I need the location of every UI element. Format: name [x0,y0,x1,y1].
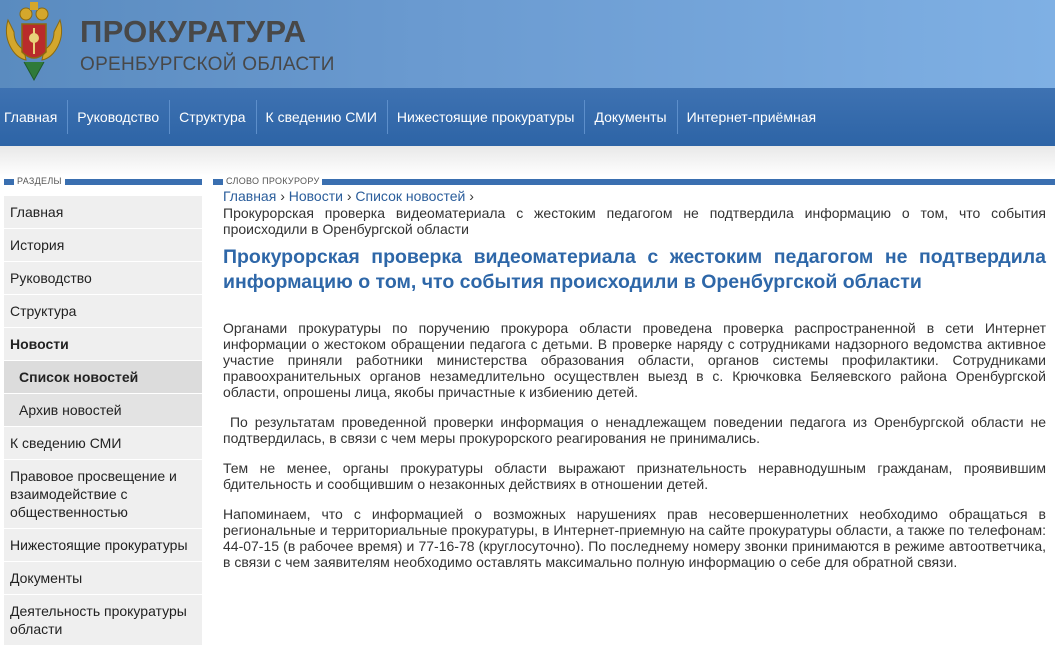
nav-item-structure[interactable]: Структура [169,88,255,146]
sidebar-item-subordinate[interactable]: Нижестоящие прокуратуры [4,529,202,562]
sidebar-item-activity[interactable]: Деятельность прокуратуры области [4,595,202,646]
sidebar-heading: РАЗДЕЛЫ [4,176,202,188]
site-title[interactable]: ПРОКУРАТУРА [80,14,306,50]
content-heading: СЛОВО ПРОКУРОРУ [213,176,1055,188]
breadcrumb-current: Прокурорская проверка видеоматериала с ж… [223,205,1046,237]
breadcrumb-separator: › [346,188,352,204]
coat-of-arms-icon[interactable] [2,0,66,84]
sidebar-item-leadership[interactable]: Руководство [4,262,202,295]
nav-item-media[interactable]: К сведению СМИ [255,88,387,146]
article-paragraph: Напоминаем, что с информацией о возможны… [223,506,1046,570]
nav-item-subordinate[interactable]: Нижестоящие прокуратуры [386,88,585,146]
breadcrumb-news[interactable]: Новости [289,188,343,204]
nav-item-home[interactable]: Главная [0,88,67,146]
sidebar-item-media[interactable]: К сведению СМИ [4,427,202,460]
sidebar-item-news-list[interactable]: Список новостей [4,361,202,394]
breadcrumb-separator: › [280,188,285,204]
header-shadow-band [0,146,1055,176]
site-header: ПРОКУРАТУРА ОРЕНБУРГСКОЙ ОБЛАСТИ [0,0,1055,88]
article-title: Прокурорская проверка видеоматериала с ж… [223,246,1046,293]
nav-item-documents[interactable]: Документы [584,88,676,146]
sidebar-item-history[interactable]: История [4,229,202,262]
sidebar-item-documents[interactable]: Документы [4,562,202,595]
breadcrumb-news-list[interactable]: Список новостей [355,188,465,204]
sidebar-item-news[interactable]: Новости [4,328,202,361]
sidebar-heading-label: РАЗДЕЛЫ [14,176,65,186]
sidebar-item-home[interactable]: Главная [4,196,202,229]
breadcrumb: Главная › Новости › Список новостей › [223,188,1046,205]
sidebar-item-news-archive[interactable]: Архив новостей [4,394,202,427]
article-paragraph: Органами прокуратуры по поручению прокур… [223,320,1046,400]
main-content: Главная › Новости › Список новостей › Пр… [223,188,1046,570]
breadcrumb-home[interactable]: Главная [223,188,276,204]
nav-item-reception[interactable]: Интернет-приёмная [676,88,826,146]
sidebar-item-structure[interactable]: Структура [4,295,202,328]
main-nav: Главная Руководство Структура К сведению… [0,88,1055,146]
breadcrumb-separator: › [469,188,474,204]
article-paragraph: По результатам проведенной проверки инфо… [223,414,1050,446]
sidebar-item-legal-education[interactable]: Правовое просвещение и взаимодействие с … [4,460,202,529]
nav-item-leadership[interactable]: Руководство [67,88,169,146]
article-paragraph: Тем не менее, органы прокуратуры области… [223,460,1046,492]
sidebar-menu: Главная История Руководство Структура Но… [4,196,202,646]
content-heading-label: СЛОВО ПРОКУРОРУ [223,176,323,186]
site-subtitle[interactable]: ОРЕНБУРГСКОЙ ОБЛАСТИ [80,54,335,76]
